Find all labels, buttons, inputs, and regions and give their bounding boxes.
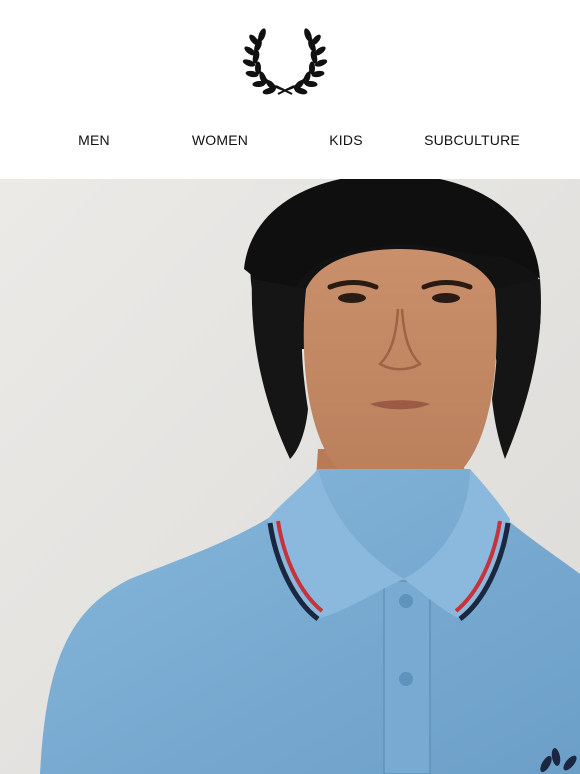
nav-item-kids[interactable]: KIDS — [276, 128, 416, 152]
hero-model-photo — [0, 179, 580, 774]
polo-button-bottom — [399, 672, 413, 686]
hero-banner[interactable] — [0, 179, 580, 774]
nav-item-women[interactable]: WOMEN — [150, 128, 290, 152]
right-eye — [432, 293, 460, 303]
polo-button-top — [399, 594, 413, 608]
site-header: MEN WOMEN KIDS SUBCULTURE — [0, 0, 580, 179]
nav-item-men[interactable]: MEN — [24, 128, 164, 152]
nav-item-subculture[interactable]: SUBCULTURE — [402, 128, 542, 152]
main-nav: MEN WOMEN KIDS SUBCULTURE — [0, 128, 580, 152]
laurel-wreath-icon[interactable] — [240, 26, 330, 96]
left-eye — [338, 293, 366, 303]
